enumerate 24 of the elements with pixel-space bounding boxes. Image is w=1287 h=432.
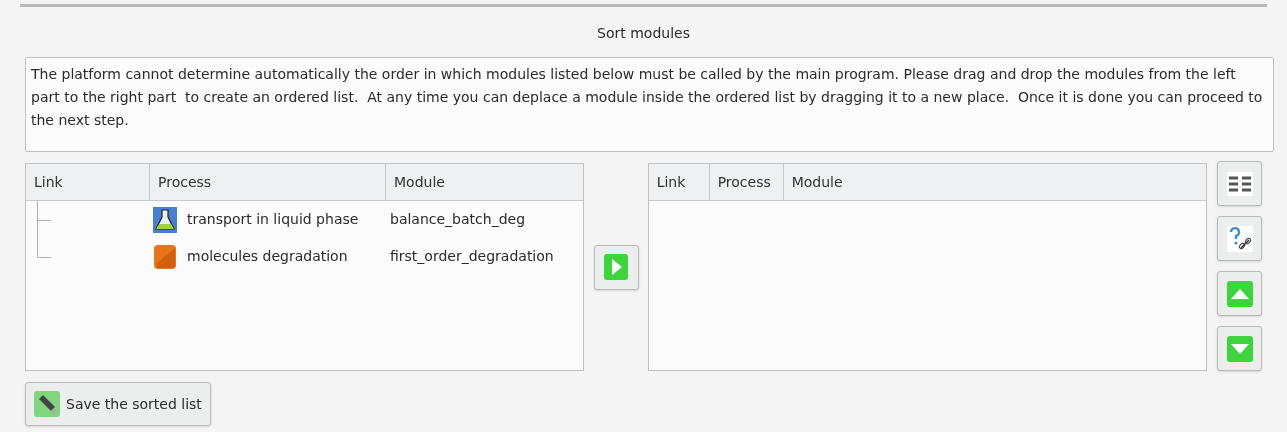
instructions-text: The platform cannot determine automatically the order in which modules listed below must be called by the main program. Please drag and drop the modules from the left part to the right part to create an ordered list. At any time you can deplace a module inside the ordered list by dragging it to a new place. Once it is done you can proceed to the next step. bbox=[25, 57, 1274, 152]
column-header[interactable]: Module bbox=[386, 164, 584, 200]
column-header[interactable]: Process bbox=[150, 164, 386, 200]
move-down-button[interactable] bbox=[1217, 326, 1262, 371]
column-header[interactable]: Process bbox=[709, 164, 784, 200]
help-link-button[interactable] bbox=[1217, 216, 1262, 261]
module-name: balance_batch_deg bbox=[389, 210, 527, 229]
list-icon bbox=[1226, 171, 1253, 196]
help-link-icon bbox=[1226, 225, 1253, 252]
add-button[interactable] bbox=[593, 244, 639, 290]
column-header[interactable]: Link bbox=[26, 164, 150, 200]
usb-drive-icon bbox=[34, 391, 60, 417]
flask-icon bbox=[153, 206, 177, 233]
process-name: molecules degradation bbox=[187, 247, 348, 266]
column-header[interactable]: Link bbox=[648, 164, 710, 200]
process-name: transport in liquid phase bbox=[187, 210, 359, 229]
play-icon bbox=[604, 254, 628, 280]
column-header[interactable]: Module bbox=[783, 164, 1206, 200]
module-name: first_order_degradation bbox=[389, 247, 555, 266]
columns-button[interactable] bbox=[1217, 161, 1262, 206]
dialog-title: Sort modules bbox=[597, 24, 690, 43]
save-button[interactable]: Save the sorted list bbox=[25, 382, 211, 426]
square-icon bbox=[153, 243, 177, 270]
move-up-button[interactable] bbox=[1217, 271, 1262, 316]
